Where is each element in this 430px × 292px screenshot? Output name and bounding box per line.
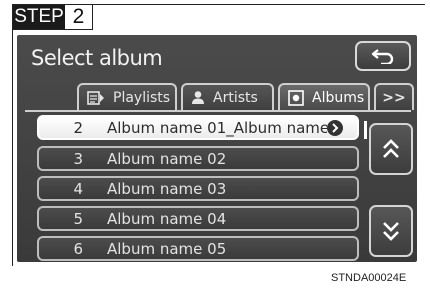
double-chevron-down-icon (383, 222, 399, 241)
tab-label-playlists: Playlists (113, 89, 171, 106)
back-button[interactable] (355, 41, 411, 71)
next-tabs-label: >> (382, 89, 406, 106)
step-word: STEP (13, 5, 65, 29)
album-index: 4 (73, 179, 83, 198)
document-frame-left (12, 4, 13, 266)
screen-title: Select album (31, 46, 163, 70)
artist-icon (191, 90, 205, 105)
tab-label-albums: Albums (312, 89, 365, 106)
tab-artists[interactable]: Artists (181, 83, 274, 110)
album-row-6[interactable]: 6 Album name 05 (37, 236, 359, 261)
album-name: Album name 02 (107, 149, 227, 168)
scroll-position-indicator (364, 121, 367, 139)
album-name: Album name 01_Album name... (107, 118, 327, 137)
scroll-up-button[interactable] (369, 123, 413, 175)
step-tag: STEP 2 (12, 4, 93, 30)
tab-underline (25, 110, 411, 112)
album-index: 6 (73, 239, 83, 258)
back-arrow-icon (371, 49, 394, 64)
album-index: 5 (73, 209, 83, 228)
album-name: Album name 03 (107, 179, 227, 198)
scroll-down-button[interactable] (369, 205, 413, 257)
tab-playlists[interactable]: Playlists (77, 83, 177, 110)
album-index: 3 (73, 149, 83, 168)
album-icon (288, 89, 304, 106)
album-row-3[interactable]: 3 Album name 02 (37, 146, 359, 171)
album-name: Album name 05 (107, 239, 227, 258)
double-chevron-up-icon (383, 139, 399, 158)
step-number: 2 (65, 5, 92, 29)
album-name: Album name 04 (107, 209, 227, 228)
tab-label-artists: Artists (213, 89, 258, 106)
album-row-5[interactable]: 5 Album name 04 (37, 206, 359, 231)
tab-more[interactable]: >> (374, 83, 414, 110)
chevron-right-icon (332, 122, 339, 133)
album-detail-button[interactable] (327, 119, 343, 136)
album-row-2[interactable]: 2 Album name 01_Album name... (37, 115, 359, 140)
figure-caption: STNDA00024E (331, 272, 407, 284)
album-row-4[interactable]: 4 Album name 03 (37, 176, 359, 201)
head-unit-screen: Select album Playlists Artists Albums >>… (17, 35, 417, 262)
playlist-icon (87, 90, 105, 106)
tab-albums[interactable]: Albums (278, 83, 370, 110)
album-index: 2 (73, 118, 83, 137)
